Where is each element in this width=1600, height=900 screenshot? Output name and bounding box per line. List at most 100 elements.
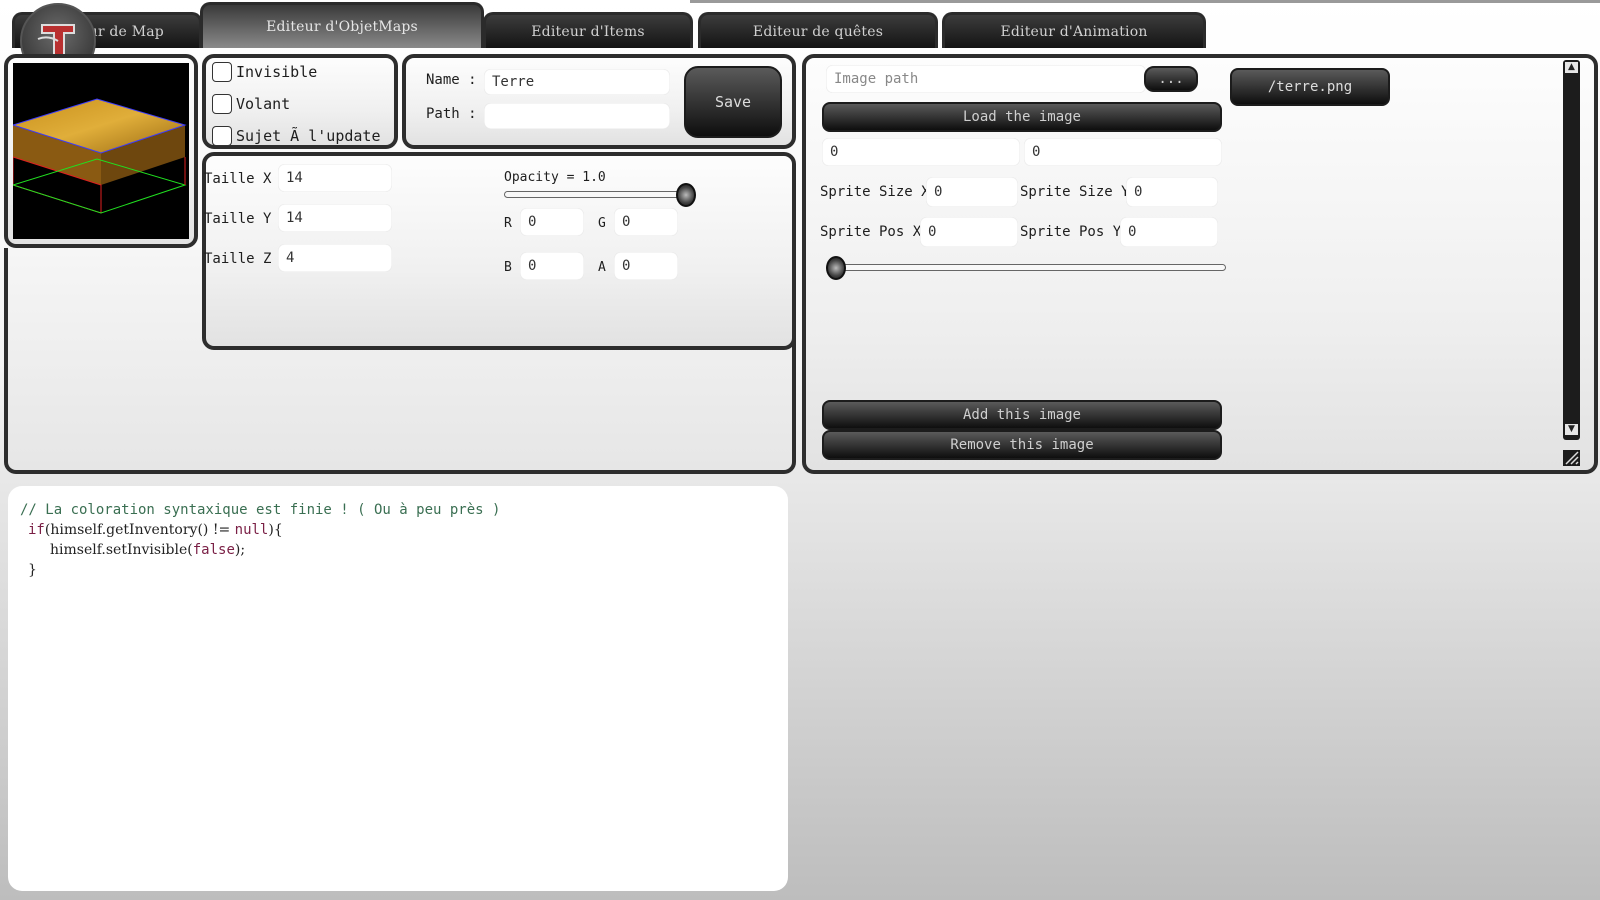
code-text: (himself.getInventory() != xyxy=(44,522,235,538)
identity-panel: Name : Terre Path : Save xyxy=(402,54,796,149)
scroll-up-icon[interactable]: ▲ xyxy=(1565,62,1578,73)
object-preview xyxy=(11,63,189,239)
code-line-4: } xyxy=(20,560,776,580)
invisible-label: Invisible xyxy=(236,63,318,81)
sprite-slider-track[interactable] xyxy=(826,264,1226,271)
add-image-button[interactable]: Add this image xyxy=(822,400,1222,430)
g-field[interactable]: 0 xyxy=(614,208,678,236)
tab-label: Editeur de quêtes xyxy=(752,24,884,40)
taille-y-field[interactable]: 14 xyxy=(278,204,392,232)
code-line-3: himself.setInvisible(false); xyxy=(20,540,776,560)
g-value: 0 xyxy=(622,214,631,230)
code-comment-line: // La coloration syntaxique est finie ! … xyxy=(20,502,501,518)
sprite-size-x-field[interactable]: 0 xyxy=(926,177,1018,207)
volant-checkbox[interactable] xyxy=(212,94,232,114)
taille-z-label: Taille Z xyxy=(204,251,272,267)
scroll-down-icon[interactable]: ▼ xyxy=(1565,424,1578,435)
taille-y-value: 14 xyxy=(286,210,303,226)
sprite-size-x-label: Sprite Size X xyxy=(820,184,930,200)
image-field-1-value: 0 xyxy=(830,144,839,160)
object-preview-render xyxy=(11,98,187,214)
image-field-2[interactable]: 0 xyxy=(1024,138,1222,166)
sprite-pos-y-value: 0 xyxy=(1128,224,1137,240)
add-image-label: Add this image xyxy=(962,407,1081,423)
r-value: 0 xyxy=(528,214,537,230)
code-line-2: if(himself.getInventory() != null){ xyxy=(20,520,776,540)
name-label: Name : xyxy=(426,72,477,88)
save-label: Save xyxy=(714,93,752,111)
sprite-pos-y-field[interactable]: 0 xyxy=(1120,217,1218,247)
a-field[interactable]: 0 xyxy=(614,252,678,280)
properties-panel: Taille X 14 Taille Y 14 Taille Z 4 Opaci… xyxy=(202,152,796,350)
sprite-size-y-value: 0 xyxy=(1134,184,1143,200)
image-panel: Image path ... Load the image 0 0 Sprite… xyxy=(802,54,1598,474)
tab-label: Editeur d'Animation xyxy=(1000,24,1148,40)
name-field[interactable]: Terre xyxy=(484,69,670,95)
path-label: Path : xyxy=(426,106,477,122)
r-field[interactable]: 0 xyxy=(520,208,584,236)
image-list-item-label: /terre.png xyxy=(1267,79,1353,95)
image-list-item[interactable]: /terre.png xyxy=(1230,68,1390,106)
remove-image-button[interactable]: Remove this image xyxy=(822,430,1222,460)
preview-panel xyxy=(4,54,198,248)
taille-x-label: Taille X xyxy=(204,171,272,187)
image-field-1[interactable]: 0 xyxy=(822,138,1020,166)
image-list-scrollbar[interactable]: ▲ ▼ xyxy=(1563,60,1580,440)
sprite-pos-x-value: 0 xyxy=(928,224,937,240)
browse-label: ... xyxy=(1158,71,1184,87)
b-label: B xyxy=(504,260,512,275)
image-field-2-value: 0 xyxy=(1032,144,1041,160)
code-text: himself.setInvisible( xyxy=(50,542,193,558)
a-value: 0 xyxy=(622,258,631,274)
b-field[interactable]: 0 xyxy=(520,252,584,280)
tab-quests-editor[interactable]: Editeur de quêtes xyxy=(698,12,938,48)
sujet-update-label: Sujet Ã l'update xyxy=(236,127,381,145)
image-path-input[interactable]: Image path xyxy=(826,65,1146,93)
tab-label: Editeur d'Items xyxy=(531,24,645,40)
sprite-size-x-value: 0 xyxy=(934,184,943,200)
sprite-pos-x-label: Sprite Pos X xyxy=(820,224,922,240)
name-value: Terre xyxy=(492,74,535,90)
resize-grip-icon[interactable] xyxy=(1563,450,1580,466)
tab-animation-editor[interactable]: Editeur d'Animation xyxy=(942,12,1206,48)
sprite-size-y-field[interactable]: 0 xyxy=(1126,177,1218,207)
code-keyword-if: if xyxy=(28,522,45,538)
code-text: } xyxy=(28,562,37,578)
code-keyword-false: false xyxy=(192,542,235,558)
path-field[interactable] xyxy=(484,103,670,129)
opacity-slider-track[interactable] xyxy=(504,191,690,198)
b-value: 0 xyxy=(528,258,537,274)
sprite-slider-thumb[interactable] xyxy=(826,256,846,280)
code-keyword-null: null xyxy=(234,522,269,538)
tab-label: Editeur d'ObjetMaps xyxy=(266,19,418,35)
taille-z-value: 4 xyxy=(286,250,295,266)
code-text: ); xyxy=(234,542,246,558)
sprite-pos-x-field[interactable]: 0 xyxy=(920,217,1018,247)
browse-button[interactable]: ... xyxy=(1144,66,1198,92)
sprite-pos-y-label: Sprite Pos Y xyxy=(1020,224,1122,240)
taille-x-value: 14 xyxy=(286,170,303,186)
load-image-button[interactable]: Load the image xyxy=(822,102,1222,132)
tab-objetmaps-editor[interactable]: Editeur d'ObjetMaps xyxy=(200,2,484,48)
opacity-slider-thumb[interactable] xyxy=(676,183,696,207)
sujet-update-checkbox[interactable] xyxy=(212,126,232,146)
r-label: R xyxy=(504,216,512,231)
flags-panel: Invisible Volant Sujet Ã l'update xyxy=(202,54,398,149)
save-button[interactable]: Save xyxy=(684,66,782,138)
sprite-size-y-label: Sprite Size Y xyxy=(1020,184,1130,200)
taille-x-field[interactable]: 14 xyxy=(278,164,392,192)
script-editor[interactable]: // La coloration syntaxique est finie ! … xyxy=(8,486,788,891)
taille-z-field[interactable]: 4 xyxy=(278,244,392,272)
load-image-label: Load the image xyxy=(962,109,1081,125)
tab-items-editor[interactable]: Editeur d'Items xyxy=(483,12,693,48)
a-label: A xyxy=(598,260,606,275)
top-edge-line xyxy=(690,0,1600,3)
invisible-checkbox[interactable] xyxy=(212,62,232,82)
taille-y-label: Taille Y xyxy=(204,211,272,227)
g-label: G xyxy=(598,216,606,231)
opacity-label: Opacity = 1.0 xyxy=(504,170,606,185)
volant-label: Volant xyxy=(236,95,291,113)
remove-image-label: Remove this image xyxy=(950,437,1094,453)
image-path-placeholder: Image path xyxy=(834,71,919,87)
code-text: ){ xyxy=(268,522,283,538)
